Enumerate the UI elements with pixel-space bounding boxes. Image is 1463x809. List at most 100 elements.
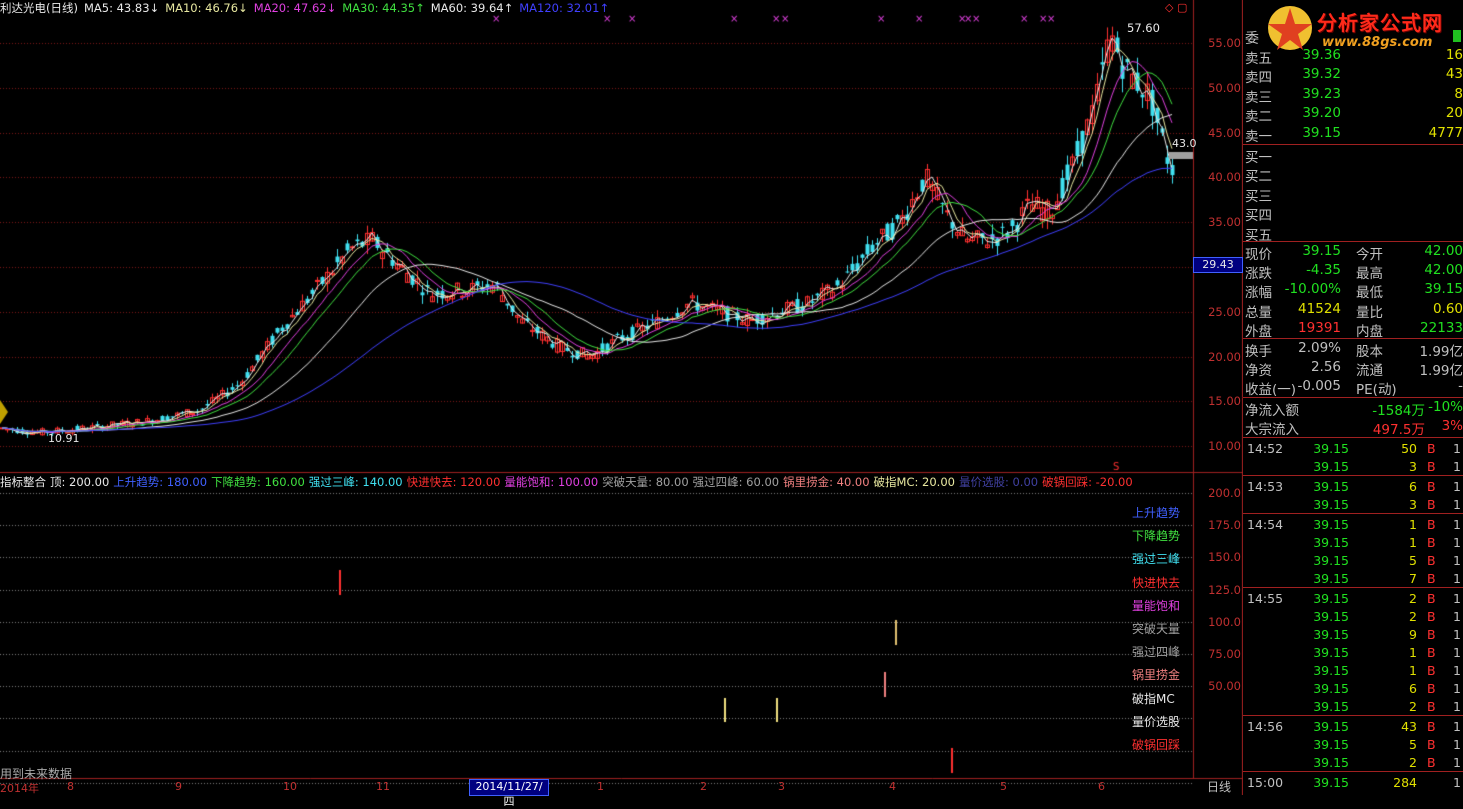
date-tick: 8	[67, 780, 74, 793]
quote-label: 外盘	[1245, 323, 1272, 340]
tick-side: B	[1427, 719, 1436, 734]
order-volume: 43	[1445, 66, 1463, 83]
indicator-param: 顶: 200.00	[50, 475, 110, 489]
quote-label: 总量	[1245, 304, 1272, 321]
main-chart-toolbar-icons[interactable]: ◇ ▢	[1165, 1, 1187, 14]
tick-price: 39.15	[1313, 553, 1349, 568]
order-level-label: 卖二	[1245, 109, 1272, 126]
quote-row: 外盘 19391 内盘 22133	[1243, 320, 1463, 340]
quote-label: 内盘	[1356, 323, 1383, 340]
tick-volume: 1	[1409, 517, 1417, 532]
tick-extra: 1	[1453, 479, 1461, 494]
signal-label[interactable]: 强过三峰	[1132, 550, 1180, 567]
indicator-param: 快进快去: 120.00	[406, 475, 501, 489]
panel-divider	[1243, 241, 1463, 242]
indicator-tick: 125.0	[1208, 582, 1241, 597]
signal-label[interactable]: 破指MC	[1132, 690, 1175, 707]
tick-extra: 1	[1453, 571, 1461, 586]
tick-volume: 5	[1409, 553, 1417, 568]
tick-extra: 1	[1453, 553, 1461, 568]
kline-chart-canvas[interactable]	[0, 0, 1243, 795]
order-level-label: 买一	[1245, 150, 1272, 166]
quote-value: 39.15	[1424, 281, 1463, 298]
order-level-label: 卖三	[1245, 89, 1272, 106]
main-chart-header: 利达光电(日线) MA5: 43.83↓ MA10: 46.76↓ MA20: 47.…	[0, 0, 621, 16]
tick-side: B	[1427, 663, 1436, 678]
signal-label[interactable]: 量能饱和	[1132, 597, 1180, 614]
quote-value: -10.00%	[1284, 281, 1341, 298]
quote-value: 1.99亿	[1419, 363, 1463, 380]
tick-price: 39.15	[1313, 479, 1349, 494]
indicator-tick: 175.0	[1208, 518, 1241, 533]
indicator-header: 指标整合 顶: 200.00 上升趋势: 180.00 下降趋势: 160.00 强过三…	[0, 474, 1141, 490]
date-tick: 2	[700, 780, 707, 793]
signal-label[interactable]: 强过四峰	[1132, 643, 1180, 660]
tick-price: 39.15	[1313, 719, 1349, 734]
quote-label: 量比	[1356, 304, 1383, 321]
signal-label[interactable]: 突破天量	[1132, 620, 1180, 637]
quote-label: 现价	[1245, 247, 1272, 263]
flow-label: 大宗流入	[1245, 422, 1299, 439]
tick-side: B	[1427, 591, 1436, 606]
quote-value: 42.00	[1424, 262, 1463, 279]
tick-side: B	[1427, 645, 1436, 660]
signal-label[interactable]: 下降趋势	[1132, 527, 1180, 544]
tick-row: 39.15 5 B 1	[1243, 737, 1463, 756]
date-tick: 5	[1000, 780, 1007, 793]
price-tick: 25.00	[1208, 304, 1241, 319]
signal-label[interactable]: 锅里捞金	[1132, 666, 1180, 683]
tick-side: B	[1427, 627, 1436, 642]
tick-extra: 1	[1453, 719, 1461, 734]
cursor-date-tag: 2014/11/27/四	[469, 779, 549, 808]
period-button[interactable]: 日线	[1196, 778, 1242, 795]
tick-price: 39.15	[1313, 663, 1349, 678]
quote-value: 42.00	[1424, 243, 1463, 259]
tick-side: B	[1427, 459, 1436, 474]
ma-label: MA60: 39.64↑	[430, 1, 514, 15]
flow-pct: 3%	[1441, 418, 1463, 435]
panel-divider	[1243, 587, 1463, 588]
order-book-sell-row: 卖一 39.15 4777	[1243, 124, 1463, 145]
tick-volume: 7	[1409, 571, 1417, 586]
panel-divider	[1243, 437, 1463, 438]
order-book-header: 委	[1245, 31, 1259, 47]
tick-price: 39.15	[1313, 645, 1349, 660]
signal-label[interactable]: 量价选股	[1132, 713, 1180, 730]
tick-extra: 1	[1453, 609, 1461, 624]
order-book-sell-row: 卖二 39.20 20	[1243, 105, 1463, 126]
tick-price: 39.15	[1313, 755, 1349, 770]
signal-label[interactable]: 上升趋势	[1132, 504, 1180, 521]
panel-divider	[1243, 338, 1463, 339]
tick-volume: 2	[1409, 591, 1417, 606]
date-tick: 4	[889, 780, 896, 793]
quote-row: 收益(一) -0.005 PE(动) -	[1243, 378, 1463, 398]
order-book-buy-row: 买三	[1243, 185, 1463, 205]
tick-time: 14:53	[1247, 479, 1284, 494]
quote-row: 换手 2.09% 股本 1.99亿	[1243, 340, 1463, 360]
tick-volume: 6	[1409, 681, 1417, 696]
order-level-label: 卖五	[1245, 51, 1272, 67]
money-flow-row: 大宗流入 497.5万 3%	[1243, 418, 1463, 439]
signal-label[interactable]: 破锅回踩	[1132, 736, 1180, 753]
tick-volume: 50	[1401, 441, 1417, 456]
indicator-title[interactable]: 指标整合	[0, 475, 46, 489]
tick-side: B	[1427, 553, 1436, 568]
ma-label: MA5: 43.83↓	[83, 1, 160, 15]
order-volume: 4777	[1428, 124, 1463, 141]
indicator-param: 突破天量: 80.00	[602, 475, 689, 489]
panel-divider	[1243, 715, 1463, 716]
tick-price: 39.15	[1313, 699, 1349, 714]
tick-price: 39.15	[1313, 459, 1349, 474]
order-level-label: 买三	[1245, 188, 1272, 205]
tick-side: B	[1427, 699, 1436, 714]
flow-value: -1584万	[1372, 403, 1425, 419]
tick-side: B	[1427, 681, 1436, 696]
tick-price: 39.15	[1313, 441, 1349, 456]
panel-divider	[1243, 771, 1463, 772]
tick-volume: 1	[1409, 645, 1417, 660]
indicator-param: 量能饱和: 100.00	[504, 475, 599, 489]
price-tick: 55.00	[1208, 36, 1241, 50]
stock-name[interactable]: 利达光电(日线)	[0, 1, 78, 15]
signal-label[interactable]: 快进快去	[1132, 574, 1180, 591]
quote-value: -4.35	[1306, 262, 1341, 279]
